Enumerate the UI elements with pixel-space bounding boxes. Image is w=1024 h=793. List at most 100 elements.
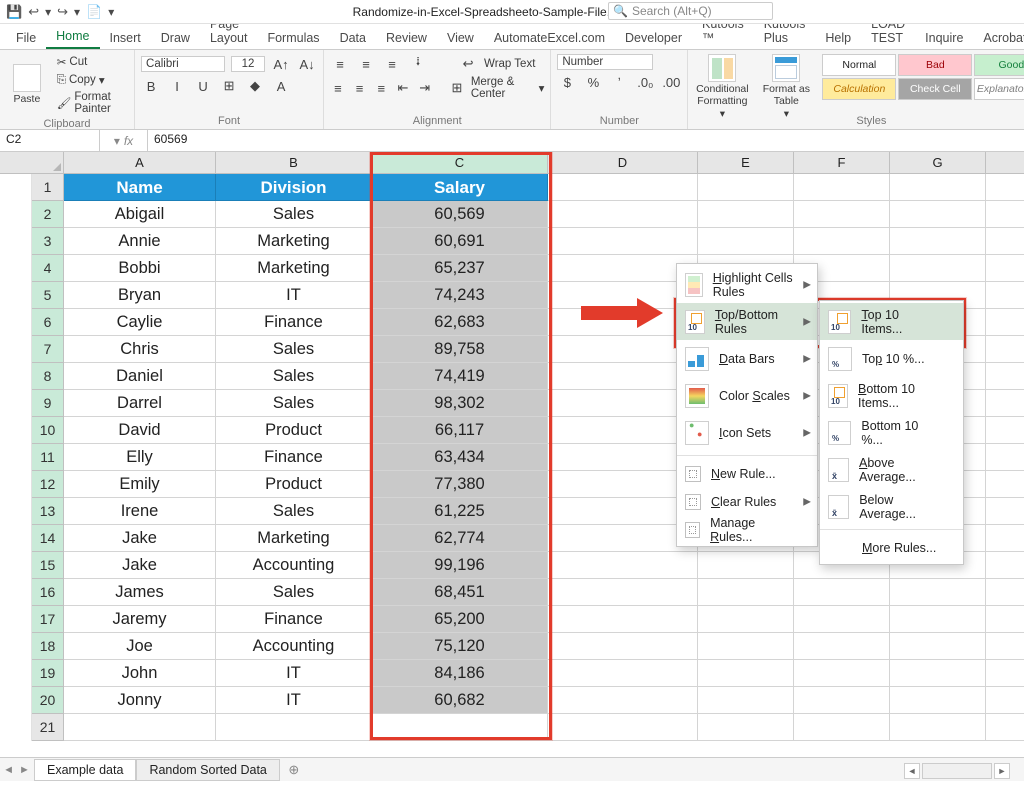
table-cell[interactable]: IT [216,687,372,714]
empty-cell[interactable] [986,552,1024,579]
empty-cell[interactable] [698,714,794,741]
copy-button[interactable]: ⎘ Copy ▾ [54,72,128,88]
sheet-nav-buttons[interactable]: ◄ ► [0,764,34,776]
table-cell[interactable]: 63,434 [372,444,548,471]
empty-cell[interactable] [890,633,986,660]
undo-icon[interactable]: ↩ [28,4,39,20]
empty-cell[interactable] [986,282,1024,309]
tab-inquire[interactable]: Inquire [915,27,973,49]
empty-cell[interactable] [548,228,698,255]
tb-menu-bottom-10-items-[interactable]: Bottom 10 Items... [820,377,963,414]
tb-menu-bottom-10-[interactable]: Bottom 10 %... [820,414,963,451]
empty-cell[interactable] [986,687,1024,714]
empty-cell[interactable] [548,606,698,633]
empty-cell[interactable] [986,309,1024,336]
empty-cell[interactable] [698,687,794,714]
table-cell[interactable]: Accounting [216,552,372,579]
empty-cell[interactable] [548,552,698,579]
empty-cell[interactable] [698,552,794,579]
table-cell[interactable]: 62,683 [372,309,548,336]
table-cell[interactable]: Sales [216,579,372,606]
row-header-1[interactable]: 1 [32,174,64,201]
table-cell[interactable]: Daniel [64,363,216,390]
cf-menu-color-scales[interactable]: Color Scales▶ [677,377,817,414]
empty-cell[interactable] [548,579,698,606]
table-cell[interactable]: 99,196 [372,552,548,579]
number-btn-2[interactable]: ʼ [609,72,629,92]
style-calc[interactable]: Calculation [822,78,896,100]
style-check[interactable]: Check Cell [898,78,972,100]
number-btn-0[interactable]: $ [557,72,577,92]
row-header-11[interactable]: 11 [32,444,64,471]
table-cell[interactable]: 61,225 [372,498,548,525]
table-cell[interactable]: Elly [64,444,216,471]
empty-cell[interactable] [548,633,698,660]
fill-color-button[interactable]: ◆ [245,76,265,96]
empty-cell[interactable] [986,606,1024,633]
number-btn-1[interactable]: % [583,72,603,92]
font-grow-icon[interactable]: A↑ [271,54,291,74]
bold-button[interactable]: B [141,76,161,96]
tab-home[interactable]: Home [46,25,99,49]
scroll-right-icon[interactable]: ► [994,763,1010,779]
empty-cell[interactable] [548,687,698,714]
col-header-F[interactable]: F [794,152,890,174]
table-cell[interactable]: 65,237 [372,255,548,282]
empty-cell[interactable] [890,660,986,687]
empty-cell[interactable] [890,201,986,228]
empty-cell[interactable] [986,336,1024,363]
row-header-5[interactable]: 5 [32,282,64,309]
table-cell[interactable]: Finance [216,444,372,471]
table-header-2[interactable]: Salary [372,174,548,201]
empty-cell[interactable] [890,606,986,633]
sheet-tab-1[interactable]: Random Sorted Data [136,759,279,781]
style-good[interactable]: Good [974,54,1024,76]
cf-menu-data-bars[interactable]: Data Bars▶ [677,340,817,377]
indent-inc-icon[interactable]: ⇥ [417,78,433,98]
wrap-text-button[interactable]: ↩ [458,54,478,74]
col-header-C[interactable]: C [372,152,548,174]
align-center-icon[interactable]: ≡ [352,78,368,98]
table-cell[interactable]: Jaremy [64,606,216,633]
cf-menu-new-rule-[interactable]: New Rule... [677,460,817,488]
align-mid-icon[interactable]: ≡ [356,54,376,74]
row-header-17[interactable]: 17 [32,606,64,633]
row-header-18[interactable]: 18 [32,633,64,660]
tb-menu-top-10-[interactable]: Top 10 %... [820,340,963,377]
empty-cell[interactable] [986,444,1024,471]
empty-cell[interactable] [986,714,1024,741]
table-cell[interactable]: Marketing [216,255,372,282]
empty-cell[interactable] [986,363,1024,390]
table-cell[interactable]: 60,569 [372,201,548,228]
empty-cell[interactable] [986,633,1024,660]
table-header-0[interactable]: Name [64,174,216,201]
table-cell[interactable]: Sales [216,336,372,363]
table-cell[interactable]: 60,682 [372,687,548,714]
tab-data[interactable]: Data [330,27,376,49]
merge-icon[interactable]: ⊞ [449,78,465,98]
table-cell[interactable]: 68,451 [372,579,548,606]
style-bad[interactable]: Bad [898,54,972,76]
table-cell[interactable]: David [64,417,216,444]
table-cell[interactable]: Joe [64,633,216,660]
sheet-tab-0[interactable]: Example data [34,759,136,781]
align-bot-icon[interactable]: ≡ [382,54,402,74]
table-cell[interactable]: Emily [64,471,216,498]
table-cell[interactable]: Product [216,417,372,444]
table-cell[interactable]: Finance [216,309,372,336]
table-cell[interactable]: Abigail [64,201,216,228]
empty-cell[interactable] [890,228,986,255]
empty-cell[interactable] [890,687,986,714]
formula-input[interactable]: 60569 [148,130,1024,151]
empty-cell[interactable] [548,660,698,687]
table-cell[interactable]: 62,774 [372,525,548,552]
conditional-formatting-button[interactable]: Conditional Formatting ▾ [694,54,750,121]
empty-cell[interactable] [986,174,1024,201]
table-cell[interactable]: 89,758 [372,336,548,363]
indent-dec-icon[interactable]: ⇤ [395,78,411,98]
empty-cell[interactable] [698,633,794,660]
table-cell[interactable]: John [64,660,216,687]
empty-cell[interactable] [698,228,794,255]
empty-cell[interactable] [794,606,890,633]
empty-cell[interactable] [372,714,548,741]
